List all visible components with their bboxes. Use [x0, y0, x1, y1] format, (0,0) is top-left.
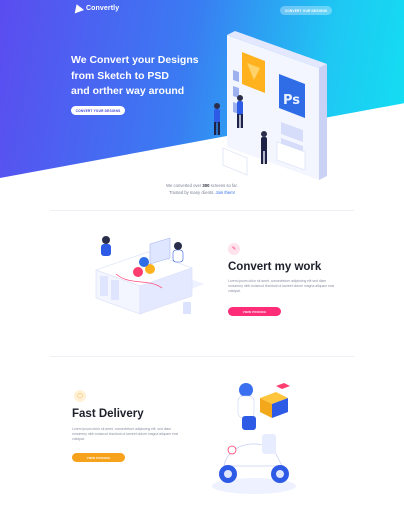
delivery-title: Fast Delivery: [72, 408, 144, 420]
stats-text: We converted over 300 screens so far. Tr…: [150, 182, 254, 196]
convert-icon: ✎: [228, 243, 240, 255]
delivery-pricing-button[interactable]: VIEW PRICING: [72, 453, 125, 462]
convert-title: Convert my work: [228, 261, 322, 273]
convert-designs-hero-button[interactable]: CONVERT YOUR DESIGNS: [71, 106, 125, 115]
stats-suffix: screens so far.: [210, 183, 238, 188]
join-link[interactable]: Join them!: [216, 190, 235, 195]
convert-description: Lorem ipsum dolor sit amet, consectetuer…: [228, 279, 334, 294]
convert-designs-nav-button[interactable]: CONVERT OUR DESIGNS: [280, 6, 332, 15]
top-nav: Convertly CONVERT OUR DESIGNS: [0, 0, 404, 20]
delivery-icon: ◯: [74, 390, 86, 402]
delivery-description: Lorem ipsum dolor sit amet, consectetuer…: [72, 427, 178, 442]
landing-page: Convertly CONVERT OUR DESIGNS We Convert…: [0, 0, 404, 516]
convert-pricing-button[interactable]: VIEW PRICING: [228, 307, 281, 316]
section-divider: [50, 210, 354, 211]
stats-trusted: Trusted by many clients.: [169, 190, 215, 195]
logo-icon: [73, 4, 83, 13]
convert-work-illustration: [94, 236, 204, 315]
logo-text: Convertly: [86, 5, 120, 12]
section-divider: [50, 356, 354, 357]
stats-count: 300: [202, 183, 210, 188]
stats-prefix: We converted over: [166, 183, 202, 188]
scooter-illustration: [212, 383, 296, 494]
hero-illustration: Ps: [214, 31, 327, 180]
logo[interactable]: Convertly: [73, 4, 119, 13]
svg-text:Ps: Ps: [283, 93, 300, 108]
